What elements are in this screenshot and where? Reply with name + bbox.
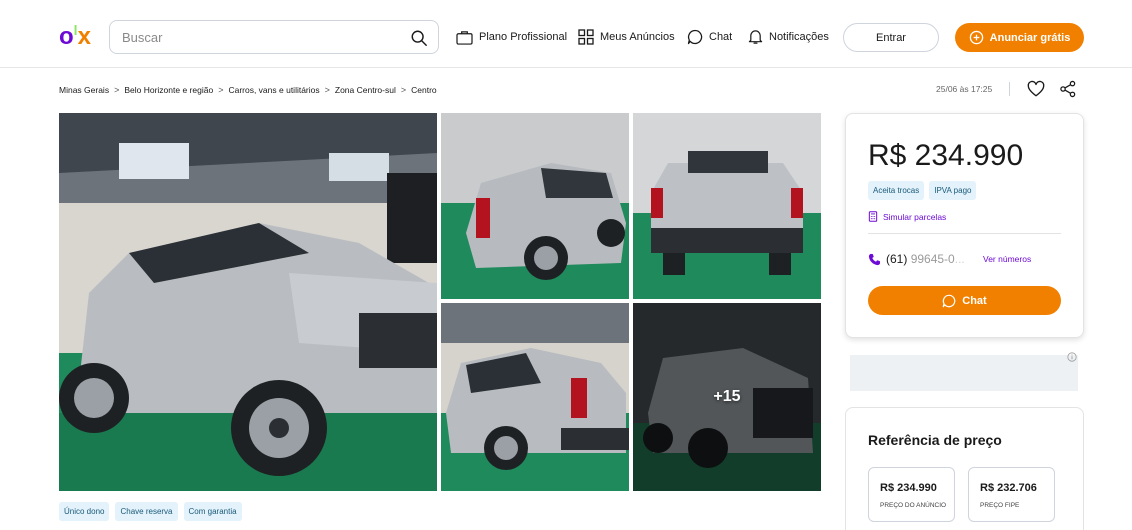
- divider: [868, 233, 1061, 234]
- breadcrumb-item-estado[interactable]: Minas Gerais: [59, 85, 109, 95]
- breadcrumb-separator: >: [114, 85, 120, 95]
- nav-meus-anuncios[interactable]: Meus Anúncios: [578, 27, 675, 47]
- bell-icon: [748, 30, 763, 44]
- reference-title: Referência de preço: [868, 432, 1002, 448]
- entrar-button[interactable]: Entrar: [843, 23, 939, 52]
- nav-notificacoes-label: Notificações: [769, 31, 829, 43]
- breadcrumb-separator: >: [218, 85, 224, 95]
- breadcrumb-separator: >: [324, 85, 330, 95]
- ad-banner[interactable]: [850, 355, 1078, 391]
- post-date: 25/06 às 17:25: [936, 84, 993, 94]
- briefcase-icon: [456, 30, 473, 45]
- grid-icon: [578, 29, 594, 45]
- gallery-more-photos[interactable]: +15: [633, 303, 821, 491]
- more-photos-count: +15: [713, 388, 741, 405]
- reference-value: R$ 234.990: [880, 482, 937, 494]
- search-input[interactable]: [122, 27, 392, 47]
- divider: [1009, 82, 1010, 96]
- truck-photo-main: [59, 113, 437, 491]
- ver-numeros-link[interactable]: Ver números: [983, 254, 1031, 264]
- phone-fade: ...: [954, 252, 965, 266]
- truck-photo-side: [441, 303, 629, 491]
- reference-label: PREÇO FIPE: [980, 502, 1020, 509]
- reference-value: R$ 232.706: [980, 482, 1037, 494]
- anunciar-gratis-button[interactable]: Anunciar grátis: [955, 23, 1084, 52]
- breadcrumb-separator: >: [400, 85, 407, 95]
- listing-tags: Único dono Chave reserva Com garantia: [59, 502, 242, 521]
- price-badges: Aceita trocas IPVA pago: [868, 181, 977, 200]
- olx-logo[interactable]: olx: [59, 22, 91, 49]
- reference-box-anuncio: R$ 234.990 PREÇO DO ANÚNCIO: [868, 467, 955, 522]
- simular-label: Simular parcelas: [883, 211, 947, 222]
- nav-plano-label: Plano Profissional: [479, 31, 568, 43]
- share-icon[interactable]: [1059, 80, 1077, 98]
- tag-com-garantia: Com garantia: [183, 502, 242, 521]
- phone-prefix: (61): [886, 252, 908, 266]
- reference-box-fipe: R$ 232.706 PREÇO FIPE: [968, 467, 1055, 522]
- search-box: [109, 20, 439, 54]
- plus-circle-icon: [969, 30, 983, 45]
- badge-ipva-pago: IPVA pago: [929, 181, 977, 200]
- chat-button-label: Chat: [962, 294, 987, 307]
- phone-number: (61) 99645-0...: [868, 252, 965, 266]
- tag-unico-dono: Único dono: [59, 502, 110, 521]
- simular-parcelas-link[interactable]: Simular parcelas: [868, 211, 946, 222]
- gallery-photo[interactable]: [633, 113, 821, 299]
- price-card: R$ 234.990 Aceita trocas IPVA pago Simul…: [845, 113, 1084, 338]
- breadcrumb-item-categoria[interactable]: Carros, vans e utilitários: [228, 85, 319, 95]
- main-photo[interactable]: [59, 113, 437, 491]
- truck-photo-rear: [633, 113, 821, 299]
- breadcrumb-item-regiao[interactable]: Belo Horizonte e região: [124, 85, 213, 95]
- chat-icon: [942, 294, 956, 307]
- chat-button[interactable]: Chat: [868, 286, 1061, 315]
- price-reference-card: Referência de preço R$ 234.990 PREÇO DO …: [845, 407, 1084, 530]
- phone-icon: [868, 253, 881, 265]
- truck-photo-rear-left: [441, 113, 629, 299]
- breadcrumb-item-zona[interactable]: Zona Centro-sul: [335, 85, 396, 95]
- nav-notificacoes[interactable]: Notificações: [748, 27, 829, 47]
- tag-chave-reserva: Chave reserva: [115, 502, 178, 521]
- anunciar-label: Anunciar grátis: [989, 31, 1071, 44]
- gallery-photo[interactable]: [441, 303, 629, 491]
- heart-icon[interactable]: [1027, 80, 1045, 98]
- reference-label: PREÇO DO ANÚNCIO: [880, 502, 947, 509]
- gallery-photo[interactable]: [441, 113, 629, 299]
- search-icon[interactable]: [410, 29, 428, 47]
- nav-plano-profissional[interactable]: Plano Profissional: [456, 27, 567, 47]
- top-header: olx Plano Profissional Meus Anúncios Cha…: [0, 0, 1132, 68]
- nav-chat-label: Chat: [709, 31, 733, 43]
- breadcrumb: Minas Gerais > Belo Horizonte e região >…: [59, 84, 437, 96]
- listing-price: R$ 234.990: [868, 139, 1024, 172]
- phone-masked: 99645-0: [910, 252, 955, 266]
- chat-icon: [687, 29, 703, 45]
- badge-aceita-trocas: Aceita trocas: [868, 181, 925, 200]
- calculator-icon: [868, 211, 878, 222]
- nav-anuncios-label: Meus Anúncios: [600, 31, 675, 43]
- nav-chat[interactable]: Chat: [687, 27, 732, 47]
- info-icon[interactable]: [1067, 352, 1077, 362]
- breadcrumb-item-bairro[interactable]: Centro: [411, 85, 437, 95]
